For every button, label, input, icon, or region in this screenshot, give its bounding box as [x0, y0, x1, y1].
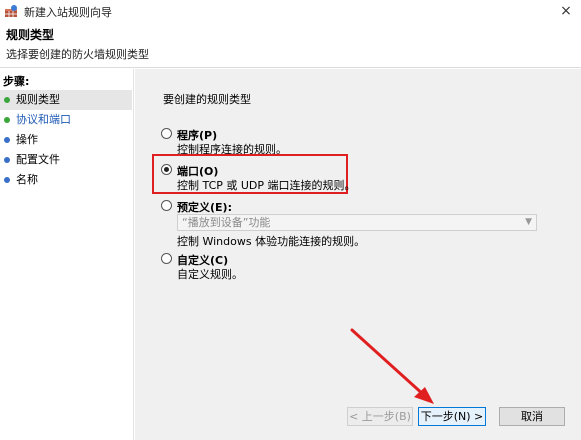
- step-protocol-port[interactable]: 协议和端口: [0, 110, 132, 130]
- step-label: 规则类型: [16, 93, 60, 106]
- steps-title: 步骤:: [3, 75, 30, 88]
- step-rule-type[interactable]: 规则类型: [0, 90, 132, 110]
- option-label: 预定义(E):: [177, 201, 232, 214]
- option-description: 控制 TCP 或 UDP 端口连接的规则。: [177, 179, 356, 192]
- step-status-icon: [4, 117, 10, 123]
- firewall-icon: [5, 5, 17, 17]
- step-status-icon: [4, 137, 10, 143]
- step-profile: 配置文件: [0, 150, 132, 170]
- back-button[interactable]: < 上一步(B): [347, 407, 413, 426]
- predefined-radio[interactable]: [161, 200, 172, 211]
- window-title: 新建入站规则向导: [24, 6, 112, 19]
- step-label: 配置文件: [16, 153, 60, 166]
- custom-radio[interactable]: [161, 253, 172, 264]
- port-radio[interactable]: [161, 164, 172, 175]
- step-status-icon: [4, 177, 10, 183]
- title-bar: 新建入站规则向导 ×: [0, 0, 581, 22]
- predefined-select-value: “播放到设备”功能: [182, 216, 271, 229]
- program-radio[interactable]: [161, 128, 172, 139]
- rule-type-prompt: 要创建的规则类型: [163, 93, 251, 106]
- page-title: 规则类型: [6, 28, 55, 42]
- cancel-button[interactable]: 取消: [499, 407, 565, 426]
- main-panel: 要创建的规则类型 程序(P) 控制程序连接的规则。 端口(O) 控制 TCP 或…: [135, 69, 581, 440]
- step-label: 名称: [16, 173, 38, 186]
- step-status-icon: [4, 157, 10, 163]
- step-action: 操作: [0, 130, 132, 150]
- step-label: 操作: [16, 133, 38, 146]
- chevron-down-icon: ▼: [525, 217, 532, 227]
- option-description: 自定义规则。: [177, 268, 243, 281]
- page-subtitle: 选择要创建的防火墙规则类型: [6, 48, 149, 61]
- step-label: 协议和端口: [16, 113, 71, 126]
- next-button[interactable]: 下一步(N) >: [418, 407, 486, 426]
- step-name: 名称: [0, 170, 132, 190]
- predefined-description: 控制 Windows 体验功能连接的规则。: [177, 235, 366, 248]
- step-status-icon: [4, 97, 10, 103]
- close-button[interactable]: ×: [551, 0, 581, 22]
- steps-pane: 步骤: 规则类型 协议和端口 操作 配置文件 名称: [0, 69, 134, 440]
- predefined-select[interactable]: “播放到设备”功能 ▼: [177, 214, 537, 231]
- wizard-header: 规则类型 选择要创建的防火墙规则类型: [0, 22, 581, 68]
